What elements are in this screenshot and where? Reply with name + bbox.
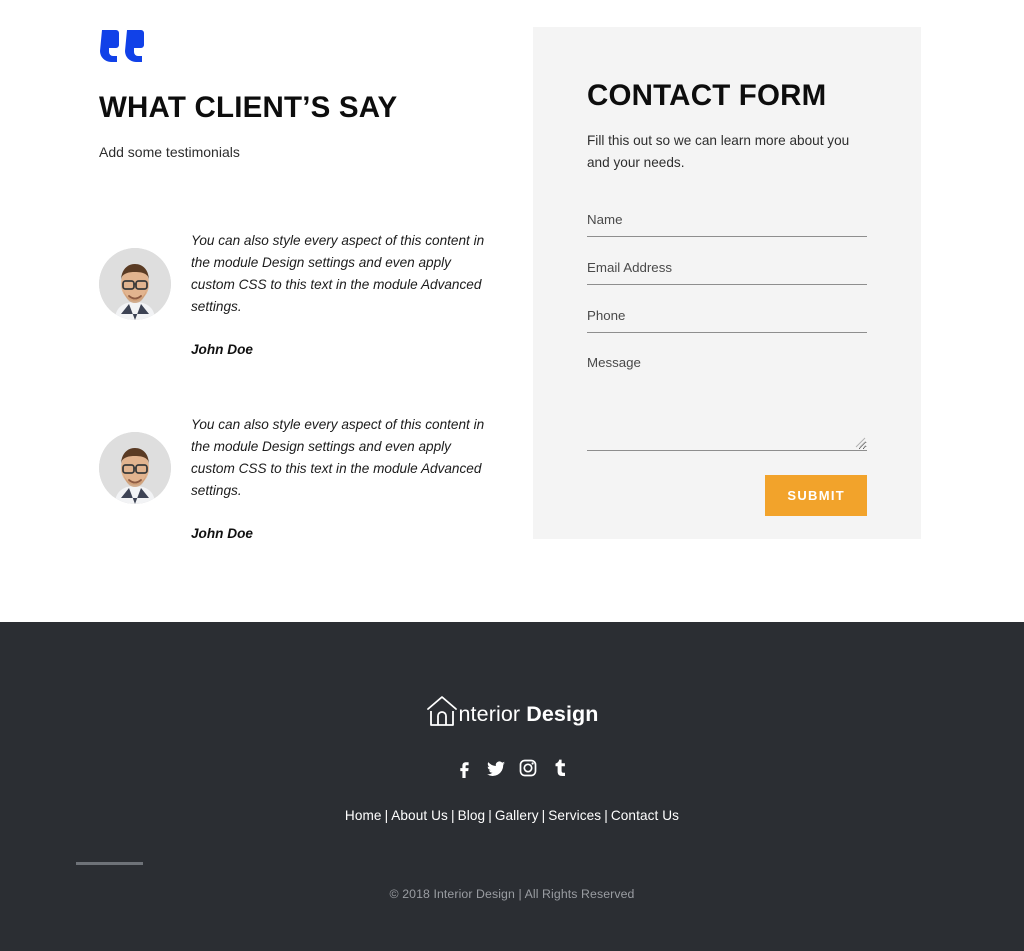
testimonial-author: John Doe xyxy=(191,526,253,542)
page-root: WHAT CLIENT’S SAY Add some testimonials xyxy=(0,0,1024,951)
footer-nav-link-blog[interactable]: Blog xyxy=(458,808,486,823)
testimonials-section: WHAT CLIENT’S SAY Add some testimonials xyxy=(99,27,499,541)
email-input[interactable] xyxy=(587,258,867,286)
twitter-icon[interactable] xyxy=(485,757,507,779)
nav-separator: | xyxy=(541,808,546,823)
nav-separator: | xyxy=(384,808,389,823)
testimonial-text: You can also style every aspect of this … xyxy=(191,233,485,315)
testimonial-author: John Doe xyxy=(191,342,253,358)
facebook-icon[interactable] xyxy=(453,757,475,779)
email-field-wrapper xyxy=(587,258,867,286)
contact-form-panel: CONTACT FORM Fill this out so we can lea… xyxy=(533,27,921,539)
footer-nav-link-contact-us[interactable]: Contact Us xyxy=(611,808,679,823)
testimonial-body: You can also style every aspect of this … xyxy=(191,220,486,357)
footer-nav-link-about-us[interactable]: About Us xyxy=(391,808,448,823)
contact-form-description: Fill this out so we can learn more about… xyxy=(587,132,850,170)
testimonials-subtitle: Add some testimonials xyxy=(99,143,240,160)
footer-logo-text-light: nterior xyxy=(458,702,527,727)
footer-nav-link-services[interactable]: Services xyxy=(548,808,601,823)
message-field-wrapper xyxy=(587,354,867,452)
footer-logo-text-bold: Design xyxy=(526,702,599,727)
phone-input[interactable] xyxy=(587,306,867,334)
message-textarea[interactable] xyxy=(587,354,867,452)
nav-separator: | xyxy=(488,808,492,823)
footer-nav: Home | About Us | Blog | Gallery | Services | Cont… xyxy=(0,808,1024,823)
copyright-text: © 2018 Interior Design | All Rights Rese… xyxy=(389,887,635,901)
tumblr-icon[interactable] xyxy=(549,757,571,779)
social-links xyxy=(0,757,1024,779)
footer-nav-link-gallery[interactable]: Gallery xyxy=(495,808,539,823)
avatar xyxy=(99,248,171,320)
page-title: WHAT CLIENT’S SAY xyxy=(99,91,398,124)
testimonial-item: You can also style every aspect of this … xyxy=(99,404,499,541)
footer-nav-link-home[interactable]: Home xyxy=(345,808,382,823)
name-field-wrapper xyxy=(587,210,867,238)
quote-mark-icon xyxy=(99,27,499,67)
nav-separator: | xyxy=(604,808,608,823)
testimonial-text: You can also style every aspect of this … xyxy=(191,417,485,499)
house-icon xyxy=(426,694,459,728)
phone-field-wrapper xyxy=(587,306,867,334)
name-input[interactable] xyxy=(587,210,867,238)
submit-button[interactable]: SUBMIT xyxy=(765,475,867,517)
instagram-icon[interactable] xyxy=(517,757,539,779)
submit-row: SUBMIT xyxy=(587,475,867,517)
nav-separator: | xyxy=(450,808,455,823)
footer-logo-text: nterior Design xyxy=(459,704,599,726)
footer-divider xyxy=(76,862,143,865)
contact-form-title: CONTACT FORM xyxy=(587,79,827,112)
footer-logo[interactable]: nterior Design xyxy=(0,694,1024,728)
contact-form-fields xyxy=(587,210,867,452)
avatar xyxy=(99,432,171,504)
footer: nterior Design Home | About Us | Blog | … xyxy=(0,622,1024,951)
testimonial-item: You can also style every aspect of this … xyxy=(99,220,499,357)
testimonial-body: You can also style every aspect of this … xyxy=(191,404,486,541)
